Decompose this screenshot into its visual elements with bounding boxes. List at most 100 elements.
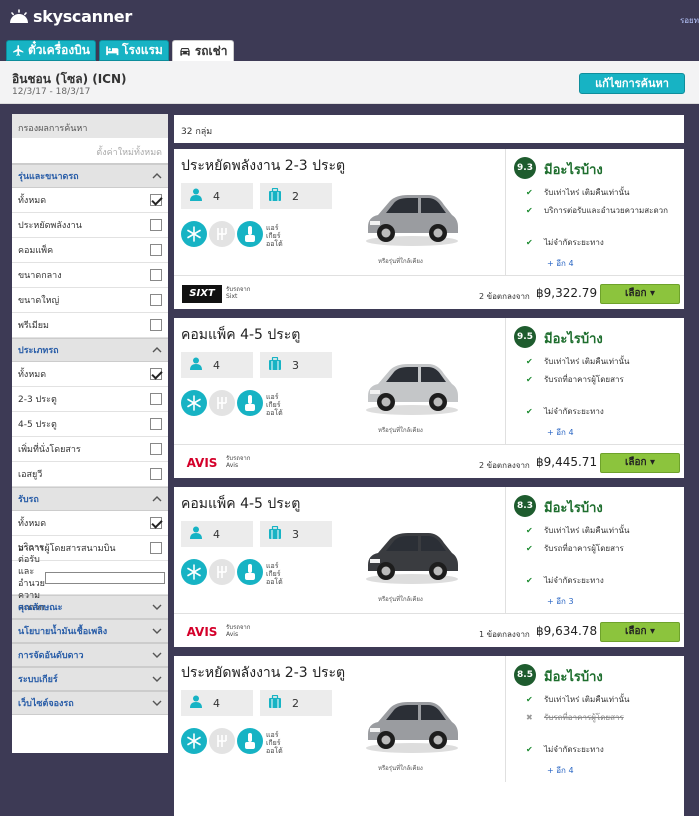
filter-section-header[interactable]: การจัดอันดับดาว (12, 643, 168, 667)
inclusion-item: ✔ รับเท่าไหร่ เติมคืนเท่านั้น (526, 187, 676, 198)
filter-checkbox[interactable] (150, 418, 162, 430)
edit-search-button[interactable]: แก้ไขการค้นหา (579, 73, 685, 94)
select-deal-button[interactable]: เลือก ▾ (600, 284, 680, 304)
car-class-title[interactable]: ประหยัดพลังงาน 2-3 ประตู (181, 155, 345, 177)
filter-option[interactable]: ประหยัดพลังงาน (12, 213, 168, 238)
supplier-name: Sixt (226, 293, 238, 300)
filter-header: กรองผลการค้นหา (12, 114, 168, 138)
filter-checkbox[interactable] (150, 517, 162, 529)
supplier-caption: รับรถจาก (226, 624, 251, 631)
filter-option[interactable]: ทั้งหมด (12, 511, 168, 536)
price-value: ฿9,445.71 (536, 455, 598, 469)
seats-value: 4 (213, 358, 220, 372)
top-right-link[interactable]: รอยท (680, 14, 699, 27)
filter-option[interactable]: 4-5 ประตู (12, 412, 168, 437)
filter-checkbox[interactable] (150, 294, 162, 306)
filter-option[interactable]: บริการต่อรับและอำนวยความสะดวก (12, 543, 168, 613)
manual-gear-icon (209, 728, 235, 754)
filter-checkbox[interactable] (150, 443, 162, 455)
filter-checkbox[interactable] (150, 542, 162, 554)
feature-label: ออโต้ (266, 240, 283, 248)
filter-checkbox[interactable] (150, 219, 162, 231)
car-image[interactable] (362, 348, 462, 418)
automatic-transmission-icon (237, 728, 263, 754)
tab-car-hire[interactable]: รถเช่า (171, 40, 234, 61)
tab-hotels[interactable]: โรงแรม (99, 40, 169, 61)
select-deal-button[interactable]: เลือก ▾ (600, 453, 680, 473)
reset-filters-link[interactable]: ตั้งค่าใหม่ทั้งหมด (12, 138, 168, 164)
filter-option[interactable]: เอสยูวี (12, 462, 168, 487)
more-inclusions-link[interactable]: + อีก 4 (547, 426, 574, 439)
filter-section-title: เว็บไซต์จองรถ (18, 699, 74, 709)
filter-section-header[interactable]: ระบบเกียร์ (12, 667, 168, 691)
filter-checkbox[interactable] (44, 571, 165, 584)
car-info: ประหยัดพลังงาน 2-3 ประตู 4 2 แอร์ เกียร์ ออโต… (174, 656, 505, 782)
filter-checkbox[interactable] (150, 368, 162, 380)
car-class-title[interactable]: ประหยัดพลังงาน 2-3 ประตู (181, 662, 345, 684)
filter-option[interactable]: เพิ่มที่นั่งโดยสาร (12, 437, 168, 462)
tab-flights[interactable]: ตั๋วเครื่องบิน (6, 40, 96, 61)
filter-section-header[interactable]: นโยบายน้ำมันเชื้อเพลิง (12, 619, 168, 643)
filter-section-header[interactable]: ประเภทรถ (12, 338, 168, 362)
inclusions-title: มีอะไรบ้าง (544, 163, 603, 178)
supplier-info: รับรถจาก Sixt (226, 286, 250, 300)
filter-option[interactable]: ทั้งหมด (12, 188, 168, 213)
car-class-title[interactable]: คอมแพ็ค 4-5 ประตู (181, 493, 300, 515)
checkmark-icon: ✔ (526, 206, 533, 215)
checkmark-icon: ✔ (526, 576, 533, 585)
feature-labels: แอร์ เกียร์ ออโต้ (266, 224, 283, 248)
filter-section-title: การจัดอันดับดาว (18, 651, 84, 661)
filter-option[interactable]: ขนาดใหญ่ (12, 288, 168, 313)
air-conditioning-icon (181, 728, 207, 754)
filter-option-label: ขนาดใหญ่ (18, 296, 60, 306)
filter-checkbox[interactable] (150, 319, 162, 331)
more-inclusions-link[interactable]: + อีก 4 (547, 257, 574, 270)
filter-option[interactable]: คอมแพ็ค (12, 238, 168, 263)
similar-model-note: หรือรุ่นที่ใกล้เคียง (378, 427, 423, 434)
cross-icon: ✖ (526, 713, 533, 722)
skyscanner-logo[interactable]: skyscanner (8, 7, 132, 26)
feature-label: ออโต้ (266, 578, 283, 586)
sunrise-logo-icon (8, 8, 30, 25)
inclusion-item: ✔ รับเท่าไหร่ เติมคืนเท่านั้น (526, 525, 676, 536)
filter-checkbox[interactable] (150, 194, 162, 206)
filter-option[interactable]: ทั้งหมด (12, 362, 168, 387)
filter-option-label: ทั้งหมด (18, 196, 47, 206)
filter-sidebar: กรองผลการค้นหา ตั้งค่าใหม่ทั้งหมด รุ่นแล… (12, 114, 168, 753)
car-image[interactable] (362, 686, 462, 756)
filter-checkbox[interactable] (150, 468, 162, 480)
person-icon (189, 695, 203, 711)
filter-option[interactable]: ขนาดกลาง (12, 263, 168, 288)
top-bar: skyscanner รอยท (0, 0, 699, 40)
car-image[interactable] (362, 517, 462, 587)
inclusion-text: รับเท่าไหร่ เติมคืนเท่านั้น (544, 526, 630, 535)
filter-option-label: คอมแพ็ค (18, 246, 54, 256)
manual-gear-icon (209, 559, 235, 585)
manual-gear-icon (209, 390, 235, 416)
inclusion-text: รับรถที่อาคารผู้โดยสาร (544, 375, 624, 384)
air-conditioning-icon (181, 559, 207, 585)
select-deal-button[interactable]: เลือก ▾ (600, 622, 680, 642)
car-image[interactable] (362, 179, 462, 249)
person-icon (189, 526, 203, 542)
filter-checkbox[interactable] (150, 269, 162, 281)
seats-spec: 4 (181, 352, 253, 378)
luggage-icon (268, 694, 282, 711)
filter-section-header[interactable]: เว็บไซต์จองรถ (12, 691, 168, 715)
inclusion-text: ไม่จำกัดระยะทาง (544, 576, 604, 585)
filter-checkbox[interactable] (150, 393, 162, 405)
similar-model-note: หรือรุ่นที่ใกล้เคียง (378, 596, 423, 603)
more-inclusions-link[interactable]: + อีก 3 (547, 595, 574, 608)
more-inclusions-link[interactable]: + อีก 4 (547, 764, 574, 777)
filter-option[interactable]: พรีเมียม (12, 313, 168, 338)
filter-section-header[interactable]: รับรถ (12, 487, 168, 511)
filter-option[interactable]: 2-3 ประตู (12, 387, 168, 412)
car-class-title[interactable]: คอมแพ็ค 4-5 ประตู (181, 324, 300, 346)
feature-label: เกียร์ (266, 401, 281, 409)
filter-section-title: ระบบเกียร์ (18, 675, 58, 685)
filter-checkbox[interactable] (150, 244, 162, 256)
checkmark-icon: ✔ (526, 695, 533, 704)
filter-section-header[interactable]: รุ่นและขนาดรถ (12, 164, 168, 188)
chevron-down-icon (152, 626, 162, 637)
car-info: คอมแพ็ค 4-5 ประตู 4 3 แอร์ เกียร์ ออโต้ หรือรุ… (174, 487, 505, 613)
